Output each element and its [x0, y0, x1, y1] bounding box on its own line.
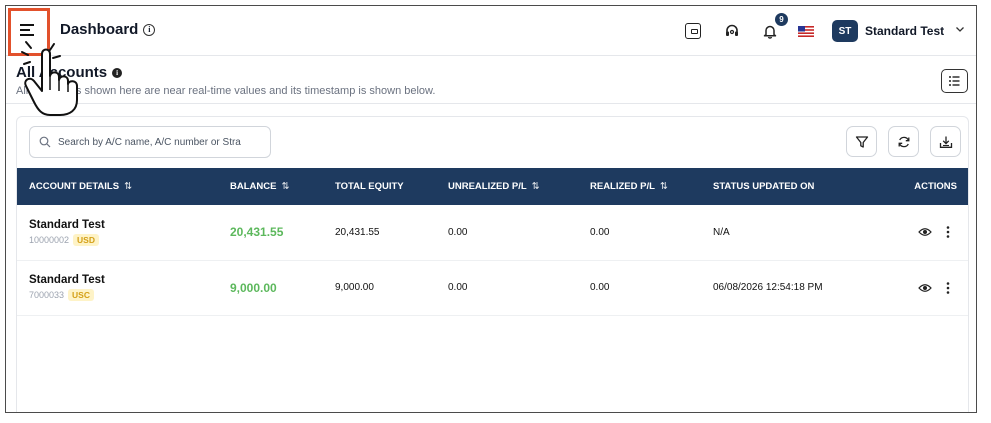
status-updated-cell: N/A [713, 226, 730, 238]
wallet-icon[interactable] [685, 23, 701, 39]
more-vertical-icon[interactable] [946, 226, 950, 239]
menu-toggle-button[interactable] [8, 8, 50, 56]
user-avatar[interactable]: ST [832, 20, 858, 42]
actions-cell [893, 260, 968, 315]
page-title-text: All Accounts [16, 64, 108, 81]
currency-badge: USC [68, 289, 94, 301]
sort-icon[interactable]: ⇅ [281, 181, 289, 192]
balance-cell: 20,431.55 [230, 225, 284, 240]
col-realized-pl[interactable]: REALIZED P/L ⇅ [590, 168, 713, 205]
download-button[interactable] [930, 126, 961, 157]
account-details-cell: Standard Test 10000002 USD [17, 205, 230, 260]
col-balance[interactable]: BALANCE ⇅ [230, 168, 335, 205]
sort-icon[interactable]: ⇅ [660, 181, 668, 192]
status-updated-cell: 06/08/2026 12:54:18 PM [713, 282, 823, 293]
currency-badge: USD [73, 233, 99, 246]
more-vertical-icon[interactable] [946, 281, 950, 294]
account-number: 10000002 USD [29, 233, 230, 246]
page-header-title: Dashboard i [60, 21, 156, 38]
table-row[interactable]: Standard Test 7000033 USC 9,000.00 9,000.… [17, 260, 968, 315]
app-window: Dashboard i 9 ST Standard Test All Accou… [5, 5, 977, 413]
filter-button[interactable] [846, 126, 877, 157]
unrealized-pl-cell: 0.00 [448, 226, 468, 238]
table-header-row: ACCOUNT DETAILS ⇅ BALANCE ⇅ TOTAL EQUITY U… [17, 168, 968, 205]
accounts-card: ACCOUNT DETAILS⇅ BALANCE⇅ TOTAL EQUITY U… [16, 116, 969, 412]
divider [6, 103, 976, 104]
account-number: 7000033 USC [29, 289, 230, 301]
actions-cell [893, 205, 968, 260]
table-row[interactable]: Standard Test 10000002 USD 20,431.55 20,4… [17, 205, 968, 260]
search-input[interactable] [58, 132, 264, 152]
sort-icon[interactable]: ⇅ [124, 181, 132, 192]
realized-pl-cell: 0.00 [590, 226, 610, 238]
filter-icon [855, 135, 868, 148]
download-icon [939, 136, 952, 148]
us-flag-icon[interactable] [798, 26, 814, 37]
sort-icon[interactable]: ⇅ [532, 181, 540, 192]
page-heading: All Accounts i All the values shown here… [16, 64, 435, 97]
accounts-table: ACCOUNT DETAILS ⇅ BALANCE ⇅ TOTAL EQUITY U… [17, 168, 968, 316]
list-view-button[interactable] [941, 69, 968, 93]
info-icon[interactable]: i [112, 67, 123, 78]
col-actions: ACTIONS [914, 181, 957, 192]
top-bar: Dashboard i 9 ST Standard Test [6, 6, 976, 56]
balance-cell: 9,000.00 [230, 280, 277, 295]
eye-icon[interactable] [918, 283, 932, 293]
realized-pl-cell: 0.00 [590, 282, 610, 293]
page-title: All Accounts i [16, 64, 435, 81]
search-box[interactable] [29, 126, 271, 158]
unrealized-pl-cell: 0.00 [448, 282, 468, 293]
support-headset-icon[interactable] [724, 23, 740, 39]
bell-icon[interactable] [762, 23, 778, 39]
total-equity-cell: 9,000.00 [335, 282, 374, 293]
col-unrealized-pl[interactable]: UNREALIZED P/L ⇅ [448, 168, 590, 205]
account-details-cell: Standard Test 7000033 USC [17, 260, 230, 315]
col-total-equity: TOTAL EQUITY [335, 181, 404, 192]
refresh-button[interactable] [888, 126, 919, 157]
chevron-down-icon[interactable] [955, 24, 965, 34]
account-name: Standard Test [29, 274, 105, 286]
notification-badge: 9 [775, 13, 788, 26]
col-status-updated-on: STATUS UPDATED ON [713, 181, 815, 192]
total-equity-cell: 20,431.55 [335, 226, 380, 238]
info-icon[interactable]: i [143, 23, 156, 36]
col-account-details[interactable]: ACCOUNT DETAILS ⇅ [17, 168, 230, 205]
header-title-text: Dashboard [60, 21, 139, 38]
search-icon [39, 136, 51, 148]
menu-icon [20, 24, 34, 36]
page-subtitle: All the values shown here are near real-… [16, 85, 436, 97]
list-icon [949, 76, 960, 86]
user-name[interactable]: Standard Test [865, 24, 944, 38]
eye-icon[interactable] [918, 227, 932, 237]
account-name: Standard Test [29, 218, 105, 231]
refresh-icon [898, 136, 909, 147]
